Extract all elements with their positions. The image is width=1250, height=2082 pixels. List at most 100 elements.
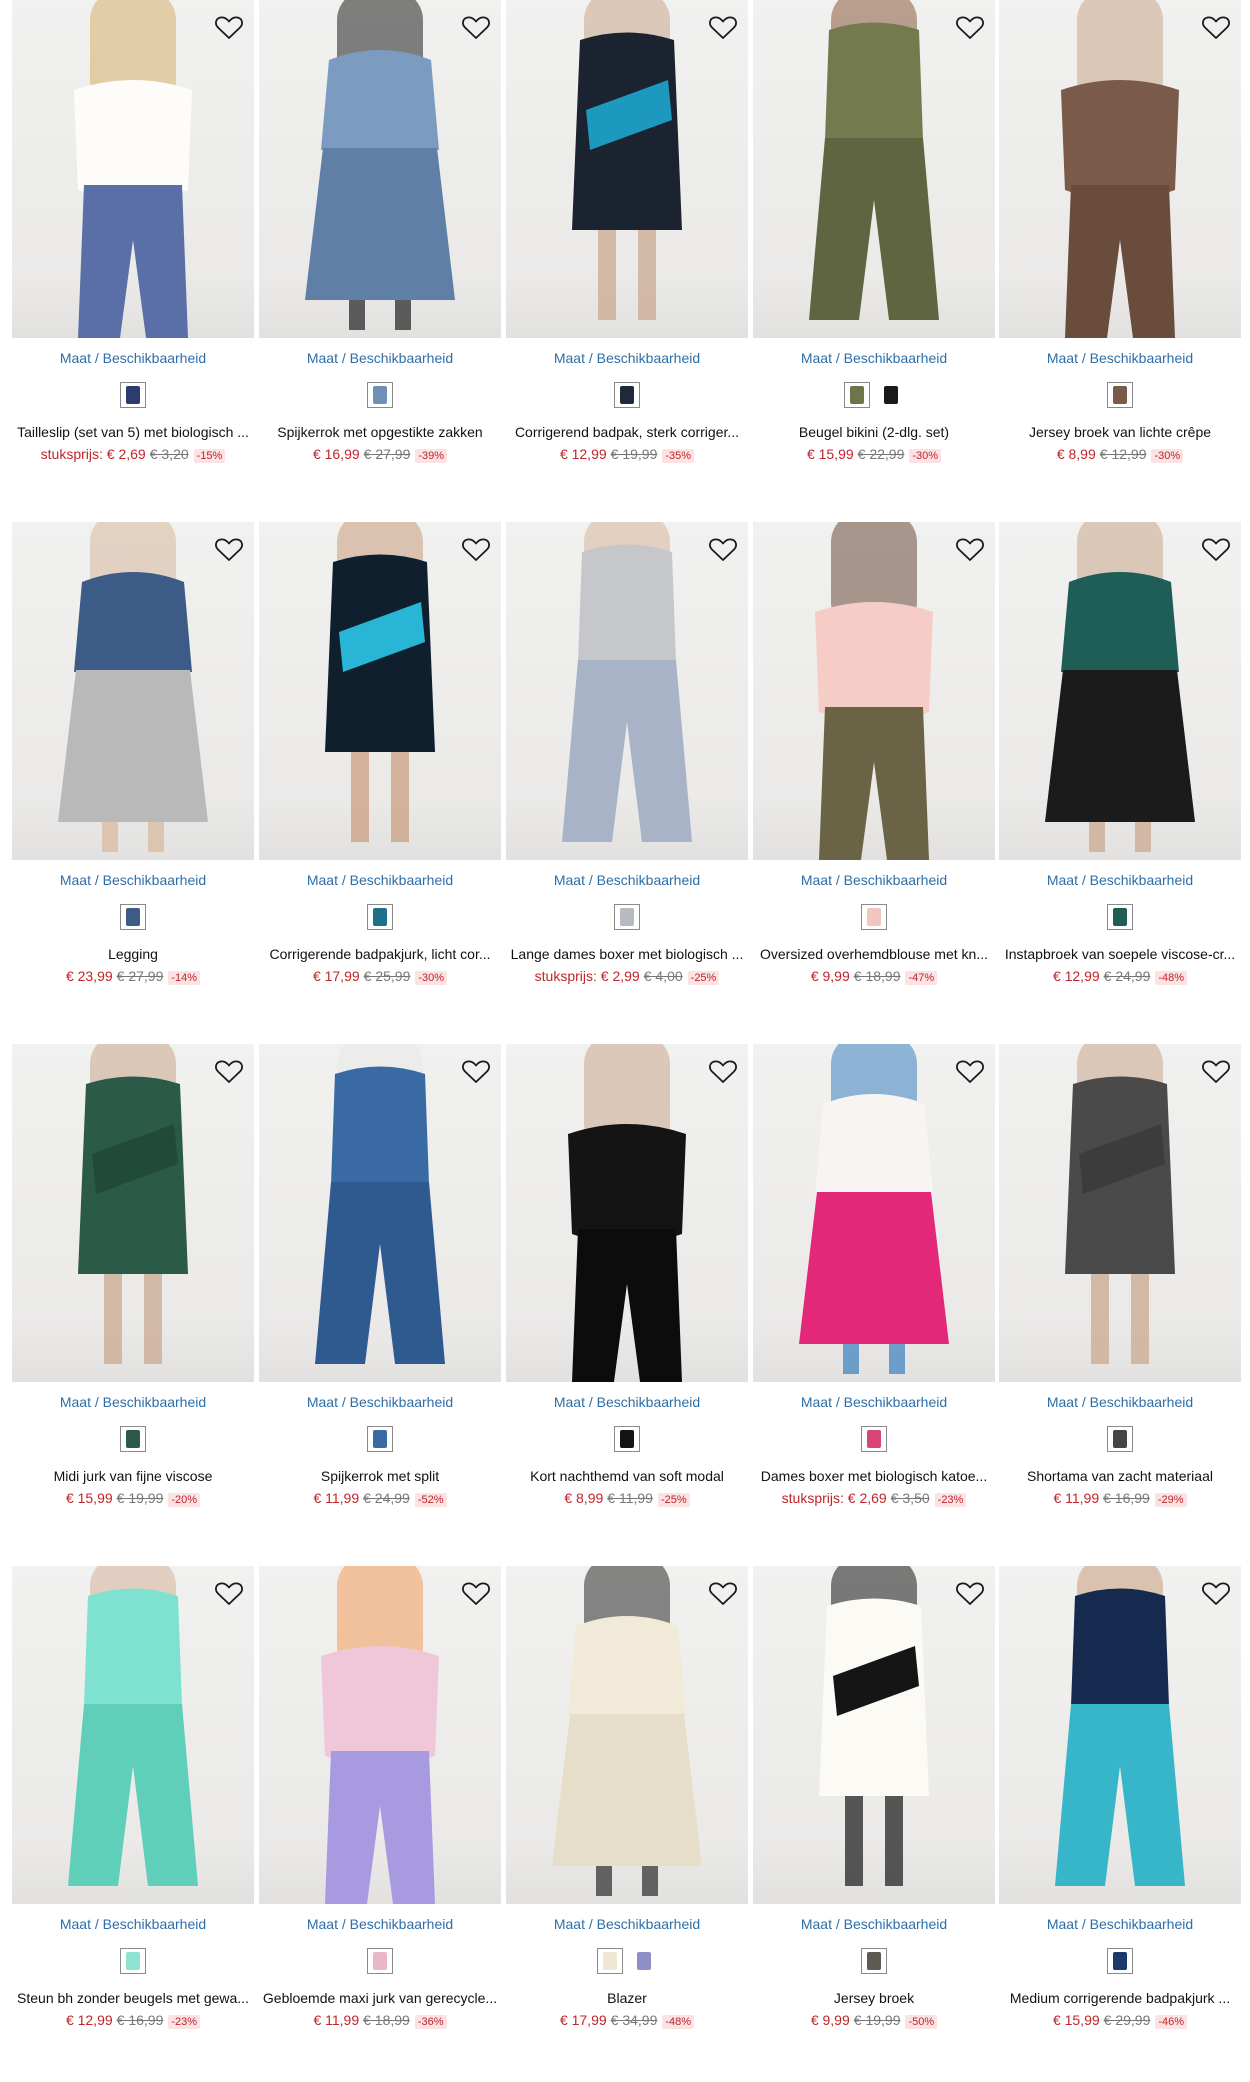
size-availability-link[interactable]: Maat / Beschikbaarheid <box>12 350 254 366</box>
product-title[interactable]: Oversized overhemdblouse met kn... <box>753 946 995 962</box>
color-swatch[interactable] <box>1107 1426 1133 1452</box>
size-availability-link[interactable]: Maat / Beschikbaarheid <box>259 1394 501 1410</box>
product-image[interactable] <box>753 0 995 338</box>
product-title[interactable]: Midi jurk van fijne viscose <box>12 1468 254 1484</box>
size-availability-link[interactable]: Maat / Beschikbaarheid <box>999 1916 1241 1932</box>
product-image[interactable] <box>12 0 254 338</box>
size-availability-link[interactable]: Maat / Beschikbaarheid <box>999 350 1241 366</box>
size-availability-link[interactable]: Maat / Beschikbaarheid <box>753 350 995 366</box>
wishlist-heart-icon[interactable] <box>706 1576 740 1610</box>
product-title[interactable]: Jersey broek <box>753 1990 995 2006</box>
wishlist-heart-icon[interactable] <box>1199 10 1233 44</box>
color-swatch[interactable] <box>614 1426 640 1452</box>
size-availability-link[interactable]: Maat / Beschikbaarheid <box>753 872 995 888</box>
size-availability-link[interactable]: Maat / Beschikbaarheid <box>259 872 501 888</box>
size-availability-link[interactable]: Maat / Beschikbaarheid <box>753 1394 995 1410</box>
wishlist-heart-icon[interactable] <box>212 1054 246 1088</box>
product-image[interactable] <box>753 1566 995 1904</box>
product-image[interactable] <box>999 1566 1241 1904</box>
product-title[interactable]: Spijkerrok met opgestikte zakken <box>259 424 501 440</box>
color-swatch[interactable] <box>367 1948 393 1974</box>
product-image[interactable] <box>12 522 254 860</box>
wishlist-heart-icon[interactable] <box>1199 1054 1233 1088</box>
product-title[interactable]: Shortama van zacht materiaal <box>999 1468 1241 1484</box>
product-image[interactable] <box>753 1044 995 1382</box>
color-swatch[interactable] <box>1107 1948 1133 1974</box>
wishlist-heart-icon[interactable] <box>953 532 987 566</box>
product-title[interactable]: Steun bh zonder beugels met gewa... <box>12 1990 254 2006</box>
wishlist-heart-icon[interactable] <box>706 532 740 566</box>
color-swatch[interactable] <box>861 904 887 930</box>
size-availability-link[interactable]: Maat / Beschikbaarheid <box>259 350 501 366</box>
product-title[interactable]: Corrigerende badpakjurk, licht cor... <box>259 946 501 962</box>
color-swatch[interactable] <box>120 382 146 408</box>
product-title[interactable]: Tailleslip (set van 5) met biologisch ..… <box>12 424 254 440</box>
color-swatch[interactable] <box>878 382 904 408</box>
size-availability-link[interactable]: Maat / Beschikbaarheid <box>12 1394 254 1410</box>
product-image[interactable] <box>259 522 501 860</box>
product-title[interactable]: Blazer <box>506 1990 748 2006</box>
product-title[interactable]: Medium corrigerende badpakjurk ... <box>999 1990 1241 2006</box>
product-title[interactable]: Lange dames boxer met biologisch ... <box>506 946 748 962</box>
product-title[interactable]: Gebloemde maxi jurk van gerecycle... <box>259 1990 501 2006</box>
product-title[interactable]: Spijkerrok met split <box>259 1468 501 1484</box>
color-swatch[interactable] <box>844 382 870 408</box>
product-title[interactable]: Corrigerend badpak, sterk corriger... <box>506 424 748 440</box>
wishlist-heart-icon[interactable] <box>706 10 740 44</box>
product-title[interactable]: Dames boxer met biologisch katoe... <box>753 1468 995 1484</box>
size-availability-link[interactable]: Maat / Beschikbaarheid <box>12 1916 254 1932</box>
wishlist-heart-icon[interactable] <box>459 1576 493 1610</box>
color-swatch[interactable] <box>861 1948 887 1974</box>
color-swatch[interactable] <box>631 1948 657 1974</box>
product-image[interactable] <box>999 1044 1241 1382</box>
color-swatch[interactable] <box>614 382 640 408</box>
wishlist-heart-icon[interactable] <box>459 1054 493 1088</box>
product-title[interactable]: Kort nachthemd van soft modal <box>506 1468 748 1484</box>
wishlist-heart-icon[interactable] <box>459 10 493 44</box>
product-image[interactable] <box>259 1044 501 1382</box>
product-image[interactable] <box>12 1566 254 1904</box>
product-image[interactable] <box>753 522 995 860</box>
product-title[interactable]: Legging <box>12 946 254 962</box>
color-swatch[interactable] <box>120 904 146 930</box>
product-image[interactable] <box>506 1566 748 1904</box>
color-swatch[interactable] <box>597 1948 623 1974</box>
size-availability-link[interactable]: Maat / Beschikbaarheid <box>506 1394 748 1410</box>
color-swatch[interactable] <box>1107 904 1133 930</box>
product-image[interactable] <box>12 1044 254 1382</box>
wishlist-heart-icon[interactable] <box>212 10 246 44</box>
size-availability-link[interactable]: Maat / Beschikbaarheid <box>12 872 254 888</box>
wishlist-heart-icon[interactable] <box>1199 1576 1233 1610</box>
wishlist-heart-icon[interactable] <box>459 532 493 566</box>
size-availability-link[interactable]: Maat / Beschikbaarheid <box>259 1916 501 1932</box>
wishlist-heart-icon[interactable] <box>953 1054 987 1088</box>
product-title[interactable]: Instapbroek van soepele viscose-cr... <box>999 946 1241 962</box>
color-swatch[interactable] <box>1107 382 1133 408</box>
size-availability-link[interactable]: Maat / Beschikbaarheid <box>506 350 748 366</box>
product-image[interactable] <box>259 0 501 338</box>
size-availability-link[interactable]: Maat / Beschikbaarheid <box>506 1916 748 1932</box>
wishlist-heart-icon[interactable] <box>953 10 987 44</box>
size-availability-link[interactable]: Maat / Beschikbaarheid <box>999 872 1241 888</box>
product-image[interactable] <box>999 0 1241 338</box>
product-title[interactable]: Beugel bikini (2-dlg. set) <box>753 424 995 440</box>
wishlist-heart-icon[interactable] <box>212 1576 246 1610</box>
size-availability-link[interactable]: Maat / Beschikbaarheid <box>999 1394 1241 1410</box>
product-image[interactable] <box>999 522 1241 860</box>
color-swatch[interactable] <box>367 382 393 408</box>
color-swatch[interactable] <box>614 904 640 930</box>
size-availability-link[interactable]: Maat / Beschikbaarheid <box>753 1916 995 1932</box>
wishlist-heart-icon[interactable] <box>212 532 246 566</box>
product-title[interactable]: Jersey broek van lichte crêpe <box>999 424 1241 440</box>
product-image[interactable] <box>506 1044 748 1382</box>
color-swatch[interactable] <box>367 1426 393 1452</box>
product-image[interactable] <box>506 0 748 338</box>
color-swatch[interactable] <box>120 1426 146 1452</box>
color-swatch[interactable] <box>367 904 393 930</box>
size-availability-link[interactable]: Maat / Beschikbaarheid <box>506 872 748 888</box>
color-swatch[interactable] <box>861 1426 887 1452</box>
product-image[interactable] <box>506 522 748 860</box>
wishlist-heart-icon[interactable] <box>953 1576 987 1610</box>
product-image[interactable] <box>259 1566 501 1904</box>
wishlist-heart-icon[interactable] <box>706 1054 740 1088</box>
